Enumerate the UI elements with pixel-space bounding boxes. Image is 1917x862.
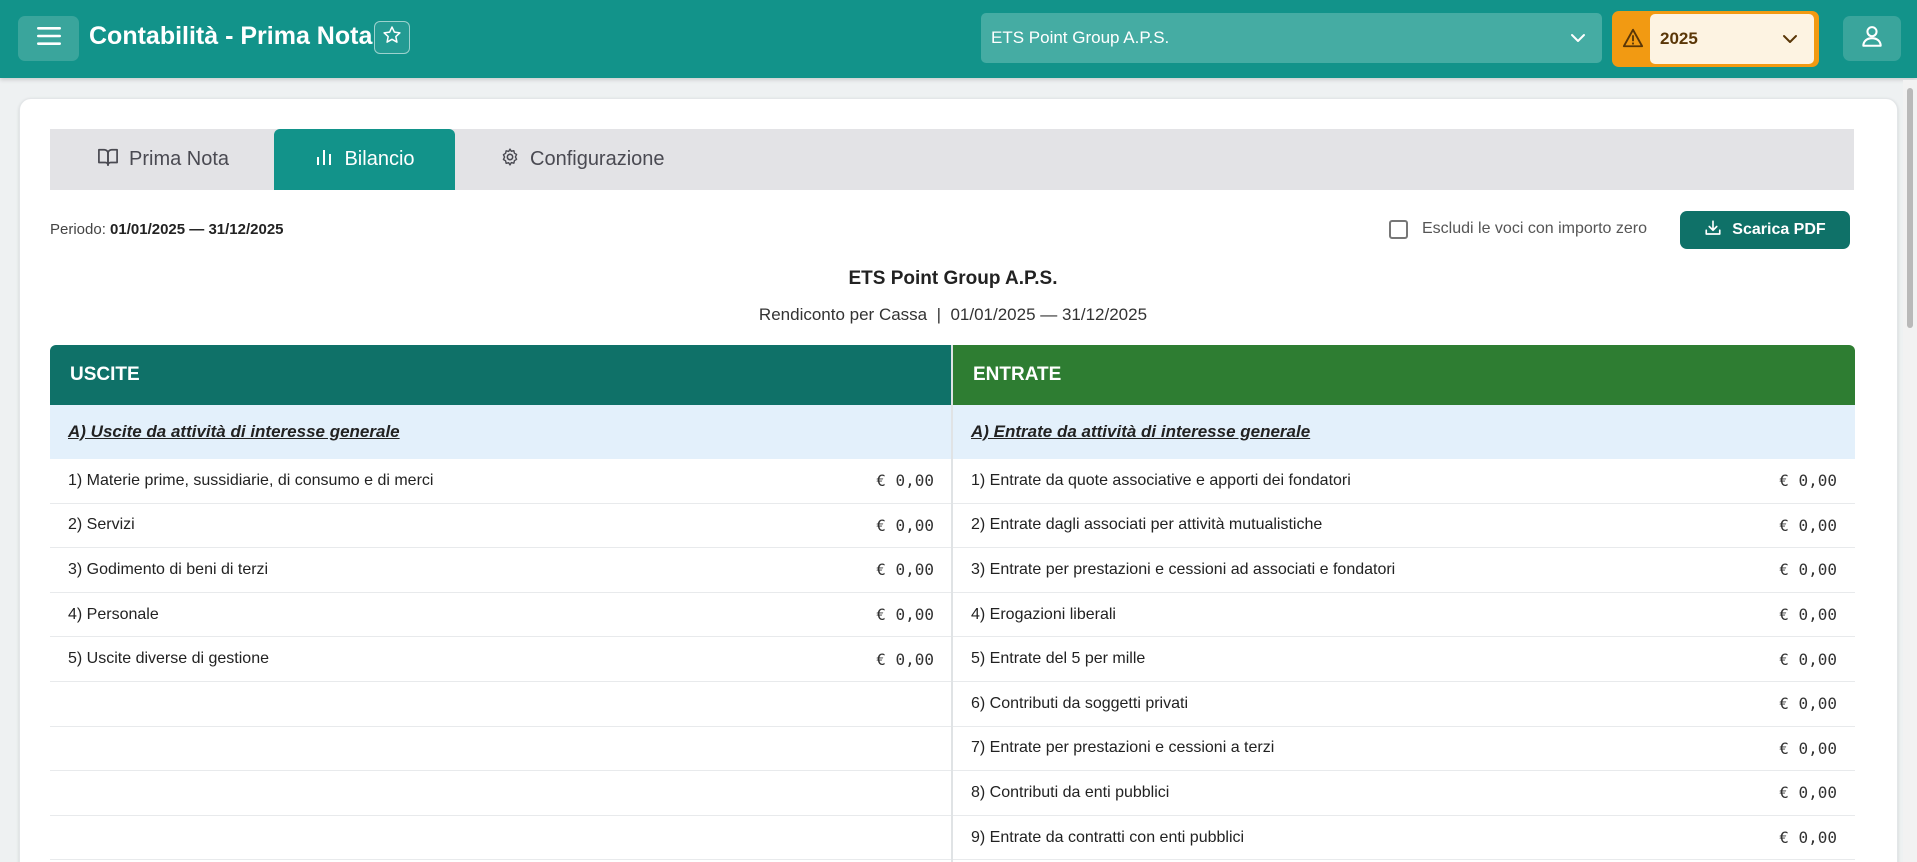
entrate-section-title: A) Entrate da attività di interesse gene… bbox=[953, 405, 1855, 459]
star-icon bbox=[382, 25, 402, 50]
table-row: 9) Entrate da contratti con enti pubblic… bbox=[953, 816, 1855, 861]
row-label: 5) Entrate del 5 per mille bbox=[971, 650, 1146, 668]
page-scrollbar[interactable] bbox=[1903, 80, 1917, 862]
table-row bbox=[50, 727, 952, 772]
top-bar: Contabilità - Prima Nota ETS Point Group… bbox=[0, 0, 1917, 78]
gear-icon bbox=[500, 147, 520, 173]
row-label: 1) Entrate da quote associative e apport… bbox=[971, 471, 1351, 489]
favorite-button[interactable] bbox=[374, 21, 410, 54]
row-amount: € 0,00 bbox=[1779, 828, 1837, 848]
row-amount: € 0,00 bbox=[1779, 649, 1837, 669]
row-amount: € 0,00 bbox=[1779, 694, 1837, 714]
scrollbar-thumb[interactable] bbox=[1907, 88, 1913, 328]
tab-label: Configurazione bbox=[530, 148, 665, 170]
chevron-down-icon bbox=[1568, 28, 1588, 53]
row-label: 5) Uscite diverse di gestione bbox=[68, 650, 269, 668]
period-value: 01/01/2025 — 31/12/2025 bbox=[110, 221, 284, 238]
row-amount: € 0,00 bbox=[1779, 515, 1837, 535]
user-button[interactable] bbox=[1843, 16, 1901, 61]
table-row: 1) Entrate da quote associative e apport… bbox=[953, 459, 1855, 504]
organization-value: ETS Point Group A.P.S. bbox=[991, 28, 1170, 47]
download-icon bbox=[1704, 219, 1722, 242]
table-row bbox=[50, 771, 952, 816]
row-label: 3) Entrate per prestazioni e cessioni ad… bbox=[971, 560, 1396, 578]
exclude-zero-checkbox[interactable] bbox=[1389, 220, 1408, 239]
menu-button[interactable] bbox=[18, 16, 79, 61]
table-row: 2) Entrate dagli associati per attività … bbox=[953, 504, 1855, 549]
row-label: 4) Erogazioni liberali bbox=[971, 605, 1116, 623]
tab-bilancio[interactable]: Bilancio bbox=[274, 129, 455, 190]
row-label: 2) Entrate dagli associati per attività … bbox=[971, 516, 1323, 534]
report-title: ETS Point Group A.P.S. bbox=[848, 268, 1058, 289]
tab-label: Bilancio bbox=[344, 148, 415, 170]
exclude-zero-label[interactable]: Escludi le voci con importo zero bbox=[1422, 220, 1647, 238]
row-amount: € 0,00 bbox=[1779, 560, 1837, 580]
row-label: 2) Servizi bbox=[68, 516, 135, 534]
row-amount: € 0,00 bbox=[1779, 783, 1837, 803]
bar-chart-icon bbox=[314, 147, 334, 173]
row-amount: € 0,00 bbox=[1779, 605, 1837, 625]
row-label: 9) Entrate da contratti con enti pubblic… bbox=[971, 828, 1245, 846]
row-amount: € 0,00 bbox=[876, 605, 934, 625]
row-amount: € 0,00 bbox=[876, 649, 934, 669]
row-label: 3) Godimento di beni di terzi bbox=[68, 560, 269, 578]
table-row: 4) Erogazioni liberali € 0,00 bbox=[953, 593, 1855, 638]
row-label: 1) Materie prime, sussidiarie, di consum… bbox=[68, 471, 434, 489]
uscite-column: USCITE A) Uscite da attività di interess… bbox=[50, 345, 952, 861]
year-select[interactable]: 2025 bbox=[1650, 14, 1814, 64]
table-row bbox=[50, 682, 952, 727]
table-row: 4) Personale € 0,00 bbox=[50, 593, 952, 638]
table-row: 5) Entrate del 5 per mille € 0,00 bbox=[953, 637, 1855, 682]
year-value: 2025 bbox=[1660, 29, 1698, 48]
warning-icon bbox=[1622, 27, 1644, 54]
book-icon bbox=[97, 147, 119, 173]
table-row: 2) Servizi € 0,00 bbox=[50, 504, 952, 549]
table-row: 7) Entrate per prestazioni e cessioni a … bbox=[953, 727, 1855, 772]
uscite-section-title: A) Uscite da attività di interesse gener… bbox=[50, 405, 952, 459]
tab-configurazione[interactable]: Configurazione bbox=[500, 129, 665, 190]
download-pdf-button[interactable]: Scarica PDF bbox=[1680, 211, 1850, 249]
page-title: Contabilità - Prima Nota bbox=[89, 22, 373, 50]
table-row: 8) Contributi da enti pubblici € 0,00 bbox=[953, 771, 1855, 816]
table-row bbox=[50, 816, 952, 861]
uscite-header: USCITE bbox=[50, 345, 952, 405]
chevron-down-icon bbox=[1780, 29, 1800, 54]
tab-bar: Prima Nota Bilancio Configurazione bbox=[50, 129, 1854, 190]
table-row: 6) Contributi da soggetti privati € 0,00 bbox=[953, 682, 1855, 727]
row-label: 4) Personale bbox=[68, 605, 159, 623]
tab-label: Prima Nota bbox=[129, 148, 230, 170]
table-row: 3) Godimento di beni di terzi € 0,00 bbox=[50, 548, 952, 593]
report-subtitle: Rendiconto per Cassa | 01/01/2025 — 31/1… bbox=[758, 305, 1148, 324]
entrate-header: ENTRATE bbox=[953, 345, 1855, 405]
row-amount: € 0,00 bbox=[876, 471, 934, 491]
row-amount: € 0,00 bbox=[1779, 471, 1837, 491]
period-label: Periodo: bbox=[50, 221, 106, 238]
tab-prima-nota[interactable]: Prima Nota bbox=[97, 129, 229, 190]
row-label: 7) Entrate per prestazioni e cessioni a … bbox=[971, 739, 1275, 757]
period-info: Periodo: 01/01/2025 — 31/12/2025 bbox=[50, 221, 284, 238]
table-row: 3) Entrate per prestazioni e cessioni ad… bbox=[953, 548, 1855, 593]
row-amount: € 0,00 bbox=[876, 515, 934, 535]
download-pdf-label: Scarica PDF bbox=[1732, 221, 1826, 238]
row-label: 6) Contributi da soggetti privati bbox=[971, 694, 1188, 712]
row-amount: € 0,00 bbox=[1779, 738, 1837, 758]
table-row: 1) Materie prime, sussidiarie, di consum… bbox=[50, 459, 952, 504]
organization-select[interactable]: ETS Point Group A.P.S. bbox=[981, 13, 1602, 63]
hamburger-icon bbox=[36, 25, 62, 52]
row-amount: € 0,00 bbox=[876, 560, 934, 580]
table-row: 5) Uscite diverse di gestione € 0,00 bbox=[50, 637, 952, 682]
row-label: 8) Contributi da enti pubblici bbox=[971, 783, 1170, 801]
year-selector-group: 2025 bbox=[1612, 11, 1819, 67]
entrate-column: ENTRATE A) Entrate da attività di intere… bbox=[953, 345, 1855, 861]
user-icon bbox=[1859, 23, 1885, 54]
